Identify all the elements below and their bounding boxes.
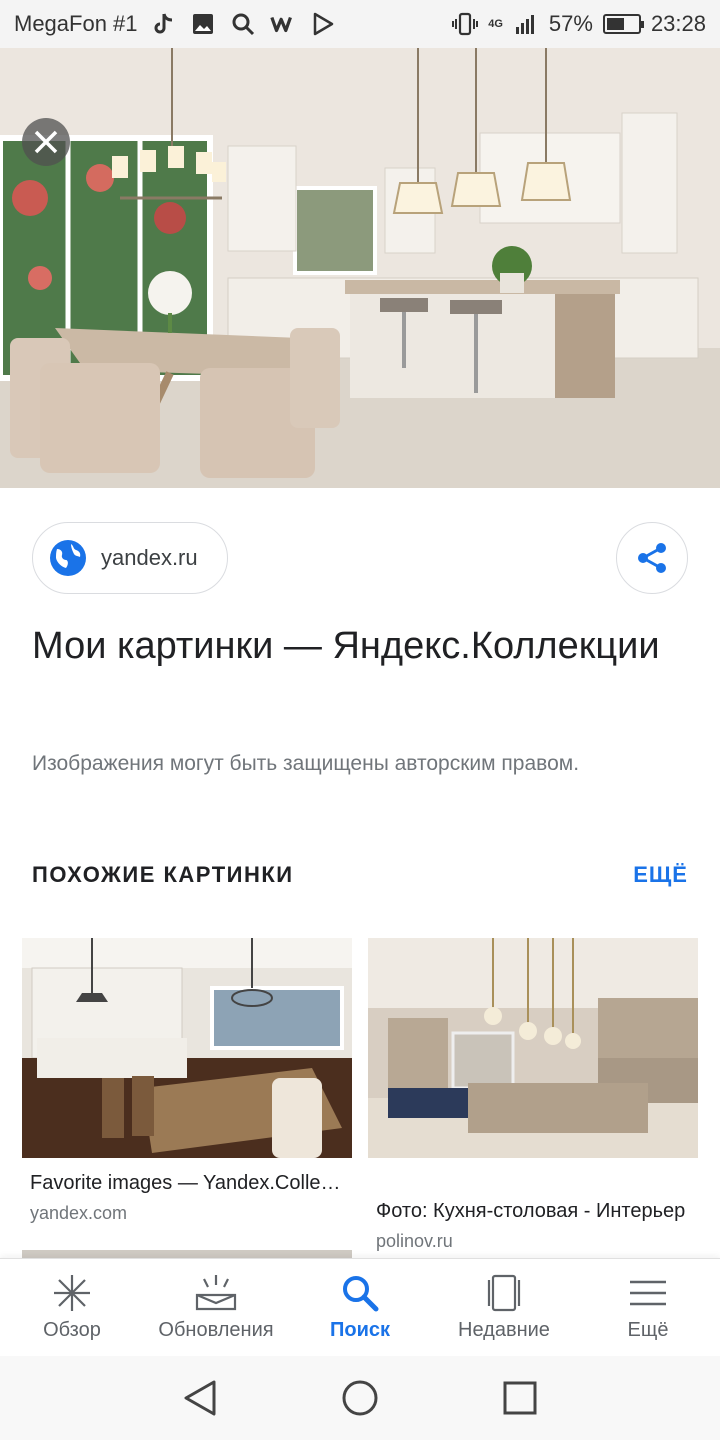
menu-icon: [626, 1273, 670, 1313]
play-store-icon: [310, 11, 336, 37]
source-link[interactable]: yandex.ru: [32, 522, 228, 594]
discover-icon: [50, 1273, 94, 1313]
similar-title-2[interactable]: Фото: Кухня-столовая - Интерьер: [368, 1200, 690, 1223]
similar-thumbnail-2[interactable]: [368, 938, 698, 1158]
hero-image[interactable]: [0, 48, 720, 488]
nav-discover[interactable]: Обзор: [0, 1259, 144, 1356]
nav-label-discover: Обзор: [43, 1319, 101, 1341]
gallery-icon: [190, 11, 216, 37]
close-icon: [34, 130, 58, 154]
vibrate-icon: [452, 11, 479, 37]
network-type: 4G: [488, 18, 503, 30]
home-button[interactable]: [338, 1376, 382, 1420]
status-bar: MegaFon #1 4G 57% 23:28: [0, 0, 720, 48]
bottom-navigation: Обзор Обновления Поиск Недавние Ещё: [0, 1258, 720, 1356]
close-button[interactable]: [22, 118, 70, 166]
back-button[interactable]: [178, 1376, 222, 1420]
nav-updates[interactable]: Обновления: [144, 1259, 288, 1356]
nav-label-search: Поиск: [329, 1319, 391, 1341]
clock: 23:28: [650, 11, 706, 36]
back-icon: [184, 1380, 216, 1416]
similar-card-2[interactable]: Фото: Кухня-столовая - Интерьер polinov.…: [368, 938, 698, 1252]
recents-button[interactable]: [498, 1376, 542, 1420]
battery-percent: 57%: [548, 11, 593, 36]
nav-label-more: Ещё: [627, 1319, 669, 1341]
globe-icon: [50, 540, 86, 576]
home-icon: [342, 1380, 378, 1416]
share-button[interactable]: [616, 522, 688, 594]
w-app-icon: [269, 11, 296, 37]
copyright-notice: Изображения могут быть защищены авторски…: [32, 752, 580, 775]
kitchen-dining-room-photo: [0, 48, 720, 488]
search-icon: [338, 1273, 382, 1313]
system-navigation-bar: [0, 1356, 720, 1440]
updates-icon: [194, 1273, 238, 1313]
similar-domain-1: yandex.com: [30, 1203, 128, 1223]
similar-card-1[interactable]: Favorite images — Yandex.Collections yan…: [22, 938, 352, 1224]
tiktok-icon: [150, 11, 176, 37]
recent-icon: [482, 1273, 526, 1313]
battery-level: [606, 18, 625, 30]
more-link[interactable]: ЕЩЁ: [633, 862, 688, 888]
nav-label-recent: Недавние: [458, 1319, 550, 1341]
similar-thumbnail-1[interactable]: [22, 938, 352, 1158]
similar-domain-2: polinov.ru: [376, 1231, 453, 1251]
share-icon: [638, 543, 666, 573]
search-icon: [230, 11, 256, 37]
signal-icon: [513, 11, 539, 37]
recents-icon: [503, 1381, 537, 1415]
source-domain: yandex.ru: [101, 545, 198, 570]
carrier-name: MegaFon #1: [14, 11, 138, 36]
nav-more[interactable]: Ещё: [576, 1259, 720, 1356]
similar-images-header: ПОХОЖИЕ КАРТИНКИ: [32, 862, 294, 887]
nav-search[interactable]: Поиск: [288, 1259, 432, 1356]
page-title[interactable]: Мои картинки — Яндекс.Коллекции: [32, 616, 672, 676]
nav-label-updates: Обновления: [158, 1319, 274, 1341]
similar-title-1[interactable]: Favorite images — Yandex.Collections: [22, 1172, 344, 1195]
nav-recent[interactable]: Недавние: [432, 1259, 576, 1356]
battery-icon: [602, 14, 644, 34]
